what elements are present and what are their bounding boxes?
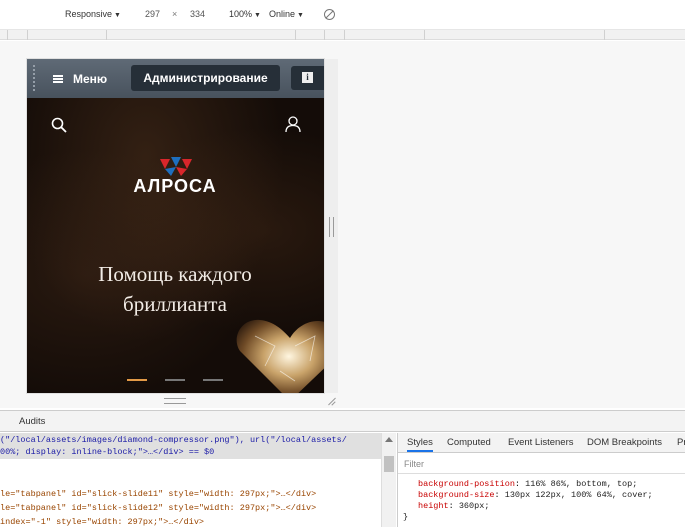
device-canvas: Меню Администрирование i АЛРОСА Помощь к… bbox=[0, 41, 685, 408]
slider-dot-active[interactable] bbox=[127, 379, 147, 381]
dimension-separator: × bbox=[172, 9, 178, 19]
css-value[interactable]: 360px; bbox=[459, 501, 490, 511]
network-label: Online bbox=[269, 9, 296, 19]
zoom-label: 100% bbox=[229, 9, 253, 19]
dom-line[interactable]: ("/local/assets/images/diamond-compresso… bbox=[0, 435, 347, 445]
device-select[interactable]: Responsive ▼ bbox=[65, 9, 121, 19]
rotate-icon[interactable] bbox=[324, 9, 335, 20]
css-closing-brace: } bbox=[403, 512, 409, 522]
styles-filter-input[interactable]: Filter bbox=[398, 454, 685, 474]
css-declaration[interactable]: background-size: 130px 122px, 100% 64%, … bbox=[418, 490, 653, 500]
css-declaration[interactable]: background-position: 116% 86%, bottom, t… bbox=[418, 479, 637, 489]
admin-panel-bar: Меню Администрирование i bbox=[27, 59, 324, 98]
devtools-window: Responsive ▼ 297 × 334 100% ▼ Online ▼ М… bbox=[0, 0, 685, 527]
scroll-up-icon[interactable] bbox=[385, 437, 393, 442]
user-icon[interactable] bbox=[285, 116, 301, 133]
css-rule: background-position: 116% 86%, bottom, t… bbox=[398, 475, 685, 527]
css-value[interactable]: 116% 86%, bottom, top; bbox=[525, 479, 637, 489]
width-input[interactable]: 297 bbox=[145, 9, 160, 19]
device-toolbar: Responsive ▼ 297 × 334 100% ▼ Online ▼ bbox=[0, 0, 685, 30]
network-select[interactable]: Online ▼ bbox=[269, 9, 304, 19]
hero-banner: АЛРОСА Помощь каждого бриллианта bbox=[27, 98, 324, 393]
css-value[interactable]: 130px 122px, 100% 64%, cover; bbox=[505, 490, 653, 500]
tab-dom-breakpoints[interactable]: DOM Breakpoints bbox=[587, 437, 662, 448]
styles-sidebar: Styles Computed Event Listeners DOM Brea… bbox=[397, 433, 685, 527]
styles-tabbar: Styles Computed Event Listeners DOM Brea… bbox=[398, 433, 685, 453]
slider-dot[interactable] bbox=[203, 379, 223, 381]
hero-title: Помощь каждого бриллианта bbox=[98, 262, 252, 316]
width-resize-handle[interactable] bbox=[329, 217, 334, 237]
info-button[interactable]: i bbox=[291, 66, 324, 90]
dom-line[interactable]: index="-1" style="width: 297px;">…</div> bbox=[0, 517, 204, 527]
devtools-drawer-tabs: Audits bbox=[0, 410, 685, 432]
menu-label: Меню bbox=[73, 72, 108, 86]
css-declaration[interactable]: height: 360px; bbox=[418, 501, 489, 511]
device-viewport: Меню Администрирование i АЛРОСА Помощь к… bbox=[27, 59, 324, 393]
tab-properties[interactable]: Pr bbox=[677, 437, 685, 448]
alrosa-logo-icon bbox=[160, 157, 192, 176]
elements-scrollbar[interactable] bbox=[381, 433, 396, 527]
menu-button[interactable]: Меню bbox=[53, 69, 107, 89]
chevron-down-icon: ▼ bbox=[254, 12, 261, 19]
tab-audits[interactable]: Audits bbox=[19, 416, 45, 427]
tab-event-listeners[interactable]: Event Listeners bbox=[508, 437, 573, 448]
elements-pane: ("/local/assets/images/diamond-compresso… bbox=[0, 433, 381, 527]
height-resize-handle[interactable] bbox=[164, 398, 186, 404]
tab-styles[interactable]: Styles bbox=[407, 437, 433, 452]
admin-button[interactable]: Администрирование bbox=[131, 65, 280, 91]
info-icon: i bbox=[302, 72, 313, 83]
slider-dot[interactable] bbox=[165, 379, 185, 381]
chevron-down-icon: ▼ bbox=[114, 12, 121, 19]
zoom-select[interactable]: 100% ▼ bbox=[229, 9, 261, 19]
media-query-ruler bbox=[0, 30, 685, 40]
height-input[interactable]: 334 bbox=[190, 9, 205, 19]
tab-computed[interactable]: Computed bbox=[447, 437, 491, 448]
chevron-down-icon: ▼ bbox=[297, 12, 304, 19]
logo-text: АЛРОСА bbox=[133, 176, 217, 196]
drag-grip-icon[interactable] bbox=[32, 64, 36, 93]
scroll-thumb[interactable] bbox=[384, 456, 394, 472]
slider-dots bbox=[127, 379, 227, 383]
dom-line-selected[interactable]: 00%; display: inline-block;">…</div> == … bbox=[0, 447, 214, 457]
diamond-image bbox=[236, 319, 324, 393]
device-label: Responsive bbox=[65, 9, 113, 19]
hamburger-icon bbox=[53, 75, 63, 83]
dom-line[interactable]: le="tabpanel" id="slick-slide12" style="… bbox=[0, 503, 316, 513]
corner-resize-handle[interactable] bbox=[326, 396, 336, 406]
dom-line[interactable]: le="tabpanel" id="slick-slide11" style="… bbox=[0, 489, 316, 499]
search-icon[interactable] bbox=[51, 117, 67, 133]
